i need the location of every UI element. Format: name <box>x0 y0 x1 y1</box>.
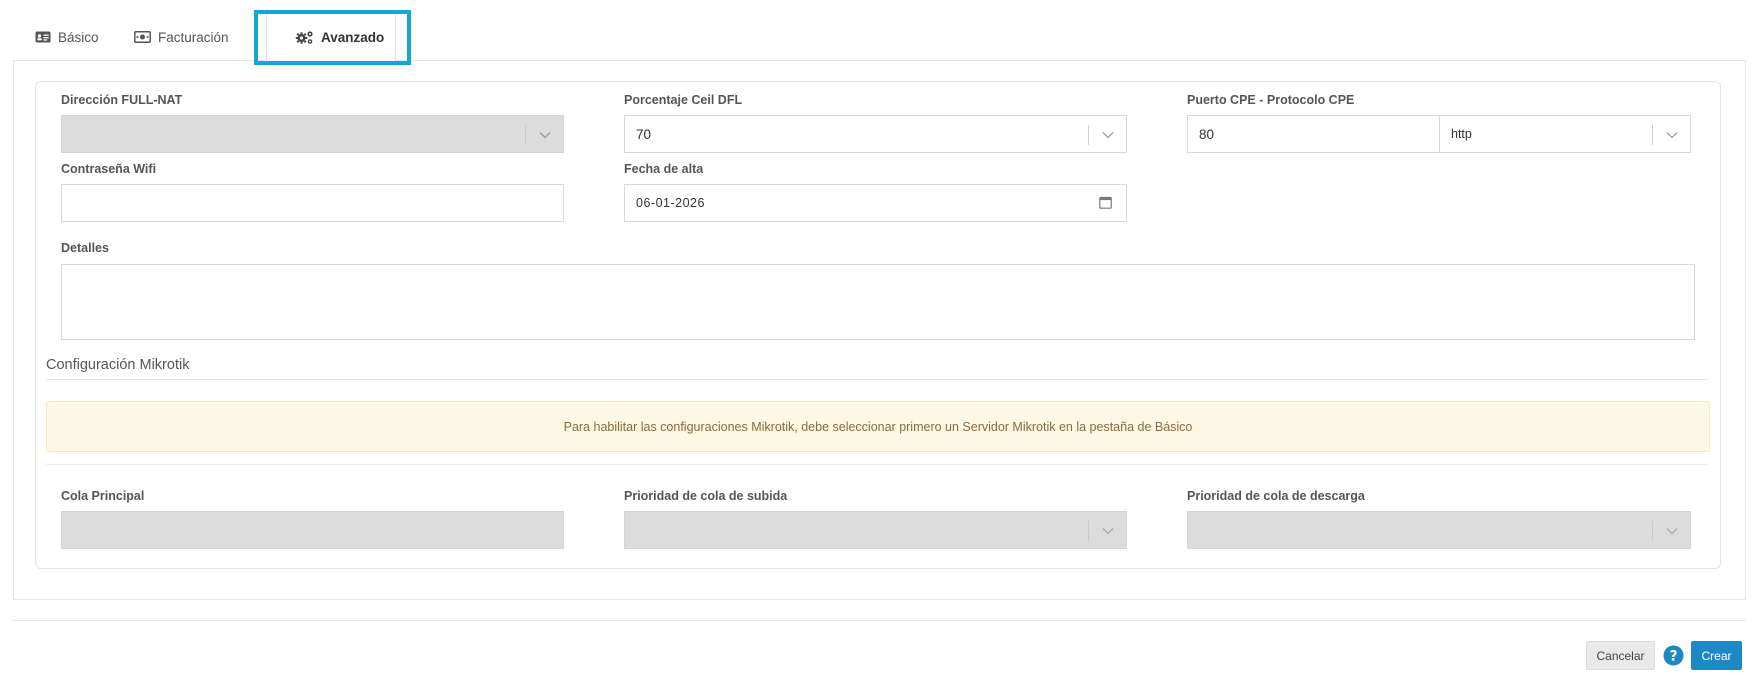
cogs-icon <box>295 30 314 45</box>
protocolo-cpe-select[interactable]: http <box>1439 115 1691 153</box>
cola-principal-input[interactable] <box>61 511 564 549</box>
contrasena-wifi-input[interactable] <box>61 184 564 222</box>
detalles-label: Detalles <box>61 241 109 255</box>
tab-avanzado[interactable]: Avanzado <box>295 24 384 50</box>
id-card-icon <box>35 31 51 43</box>
tab-facturacion-label: Facturación <box>158 29 229 45</box>
chevron-down-icon <box>1088 125 1126 145</box>
puerto-cpe-input[interactable]: 80 <box>1187 115 1440 153</box>
question-circle-icon[interactable]: ? <box>1663 645 1684 666</box>
fecha-alta-value: 06-01-2026 <box>636 196 705 210</box>
section-divider <box>46 379 1709 380</box>
detalles-textarea[interactable] <box>61 264 1695 340</box>
prioridad-descarga-select[interactable] <box>1187 511 1691 549</box>
contrasena-wifi-label: Contraseña Wifi <box>61 162 157 176</box>
svg-text:?: ? <box>1669 648 1677 664</box>
mikrotik-warning-alert: Para habilitar las configuraciones Mikro… <box>46 401 1710 452</box>
fecha-alta-label: Fecha de alta <box>624 162 704 176</box>
money-bill-icon <box>134 31 151 43</box>
mikrotik-alert-text: Para habilitar las configuraciones Mikro… <box>563 419 1193 434</box>
tab-avanzado-label: Avanzado <box>321 29 385 45</box>
protocolo-cpe-value: http <box>1451 127 1472 141</box>
section-divider <box>46 464 1709 465</box>
chevron-down-icon <box>1652 521 1690 541</box>
cola-principal-label: Cola Principal <box>61 489 145 503</box>
mikrotik-section-title: Configuración Mikrotik <box>46 357 190 373</box>
tab-facturacion[interactable]: Facturación <box>134 24 229 50</box>
direccion-full-nat-label: Dirección FULL-NAT <box>61 93 183 107</box>
create-button[interactable]: Crear <box>1691 641 1742 670</box>
porcentaje-ceil-value: 70 <box>636 126 652 142</box>
calendar-icon[interactable] <box>1099 196 1112 212</box>
chevron-down-icon <box>1652 125 1690 145</box>
tab-basico[interactable]: Básico <box>35 24 99 50</box>
puerto-cpe-label: Puerto CPE - Protocolo CPE <box>1187 93 1355 107</box>
tab-basico-label: Básico <box>58 29 99 45</box>
footer-divider <box>13 620 1746 621</box>
cancel-button[interactable]: Cancelar <box>1586 641 1655 670</box>
chevron-down-icon <box>1088 521 1126 541</box>
porcentaje-ceil-label: Porcentaje Ceil DFL <box>624 93 743 107</box>
prioridad-subida-select[interactable] <box>624 511 1127 549</box>
direccion-full-nat-select[interactable] <box>61 115 564 153</box>
chevron-down-icon <box>525 125 563 145</box>
porcentaje-ceil-select[interactable]: 70 <box>624 115 1127 153</box>
puerto-cpe-value: 80 <box>1199 126 1215 142</box>
prioridad-descarga-label: Prioridad de cola de descarga <box>1187 489 1365 503</box>
prioridad-subida-label: Prioridad de cola de subida <box>624 489 788 503</box>
fecha-alta-input[interactable]: 06-01-2026 <box>624 184 1127 222</box>
